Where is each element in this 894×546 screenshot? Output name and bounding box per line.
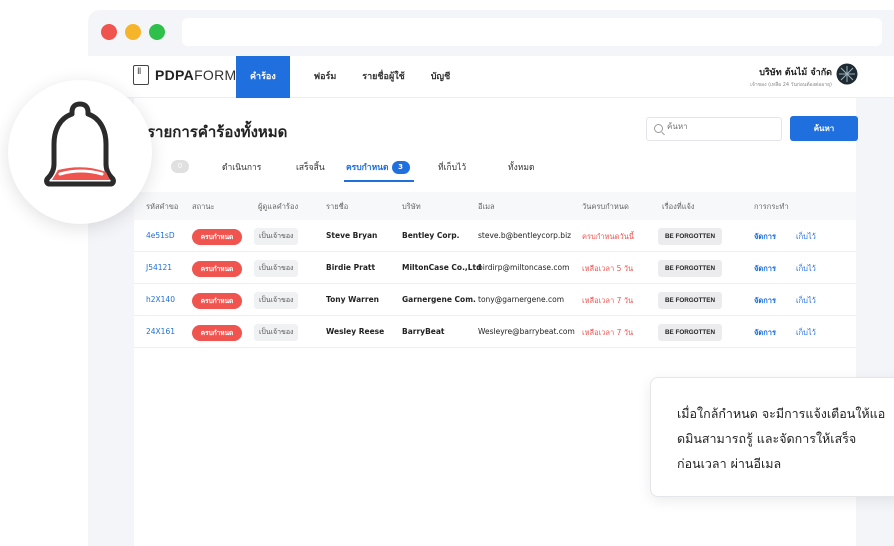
column-header: การกระทำ (754, 202, 789, 211)
status-badge: ครบกำหนด (192, 325, 242, 341)
subject-badge: BE FORGOTTEN (658, 228, 722, 245)
table-row[interactable]: J54121 ครบกำหนด เป็นเจ้าของ Birdie Pratt… (134, 252, 856, 284)
nav-forms[interactable]: ฟอร์ม (314, 56, 337, 98)
search-input[interactable] (667, 122, 775, 131)
column-header: รายชื่อ (326, 202, 349, 211)
tab-in-progress[interactable]: ดำเนินการ (222, 160, 261, 174)
due-cell: ครบกำหนดวันนี้ (582, 232, 634, 241)
owner-badge: เป็นเจ้าของ (254, 292, 299, 309)
status-badge: ครบกำหนด (192, 293, 242, 309)
archive-link[interactable]: เก็บไว้ (796, 295, 816, 307)
main-nav: คำร้อง ฟอร์ม รายชื่อผู้ใช้ บัญชี (236, 56, 476, 98)
due-cell: เหลือเวลา 5 วัน (582, 264, 634, 273)
archive-link[interactable]: เก็บไว้ (796, 231, 816, 243)
requester-name: Steve Bryan (326, 231, 378, 240)
tab-count: 3 (391, 161, 410, 174)
status-badge: ครบกำหนด (192, 261, 242, 277)
request-code[interactable]: J54121 (146, 263, 172, 272)
archive-link[interactable]: เก็บไว้ (796, 263, 816, 275)
close-window-button[interactable] (101, 24, 117, 40)
company-subscription: เจ้าของ (เหลือ 24 วันก่อนต้องต่ออายุ) (750, 82, 832, 88)
email-cell: steve.b@bentleycorp.biz (478, 231, 572, 240)
tab-label: ครบกำหนด (346, 163, 389, 173)
nav-users[interactable]: รายชื่อผู้ใช้ (362, 56, 404, 98)
company-cell: BarryBeat (402, 327, 445, 336)
subject-badge: BE FORGOTTEN (658, 292, 722, 309)
column-header: ผู้ดูแลคำร้อง (258, 202, 299, 211)
subject-badge: BE FORGOTTEN (658, 324, 722, 341)
search-box[interactable] (646, 117, 782, 141)
bell-icon (44, 101, 116, 187)
callout-line: ก่อนเวลา ผ่านอีเมล (677, 456, 782, 471)
email-cell: Wesleyre@barrybeat.com (478, 327, 575, 336)
logo-text: PDPAFORM (155, 67, 237, 83)
status-badge: ครบกำหนด (192, 229, 242, 245)
column-header: เรื่องที่แจ้ง (662, 202, 695, 211)
due-cell: เหลือเวลา 7 วัน (582, 296, 634, 305)
search-button[interactable]: ค้นหา (790, 116, 858, 141)
requester-name: Wesley Reese (326, 327, 385, 336)
owner-badge: เป็นเจ้าของ (254, 228, 299, 245)
page-title: รายการคำร้องทั้งหมด (147, 123, 288, 141)
company-info: บริษัท ต้นไม้ จำกัด เจ้าของ (เหลือ 24 วั… (750, 65, 832, 89)
tab-due[interactable]: ครบกำหนด 3 (346, 160, 410, 174)
status-tabs: 0 ดำเนินการ เสร็จสิ้น ครบกำหนด 3 ที่เก็บไ… (134, 152, 856, 182)
minimize-window-button[interactable] (125, 24, 141, 40)
table-row[interactable]: h2X140 ครบกำหนด เป็นเจ้าของ Tony Warren … (134, 284, 856, 316)
reminder-callout: เมื่อใกล้กำหนด จะมีการแจ้งเตือนให้แอ ดมิ… (650, 377, 894, 497)
maximize-window-button[interactable] (149, 24, 165, 40)
manage-link[interactable]: จัดการ (754, 327, 776, 339)
tab-completed[interactable]: เสร็จสิ้น (296, 160, 325, 174)
address-bar[interactable] (182, 18, 882, 46)
company-cell: Bentley Corp. (402, 231, 460, 240)
request-code[interactable]: 24X161 (146, 327, 175, 336)
owner-badge: เป็นเจ้าของ (254, 260, 299, 277)
table-row[interactable]: 24X161 ครบกำหนด เป็นเจ้าของ Wesley Reese… (134, 316, 856, 348)
callout-line: เมื่อใกล้กำหนด จะมีการแจ้งเตือนให้แอ (677, 406, 886, 421)
nav-account[interactable]: บัญชี (431, 56, 451, 98)
manage-link[interactable]: จัดการ (754, 231, 776, 243)
callout-line: ดมินสามารถรู้ และจัดการให้เสร็จ (677, 431, 857, 446)
tab-all[interactable]: ทั้งหมด (508, 160, 534, 174)
company-cell: Garnergene Com. (402, 295, 476, 304)
search-icon (654, 124, 663, 133)
tab-new[interactable]: 0 (168, 160, 189, 173)
table-header: รหัสคำขอ สถานะ ผู้ดูแลคำร้อง รายชื่อ บริ… (134, 192, 856, 220)
tab-count: 0 (171, 160, 189, 173)
requester-name: Birdie Pratt (326, 263, 376, 272)
due-cell: เหลือเวลา 7 วัน (582, 328, 634, 337)
nav-requests[interactable]: คำร้อง (236, 56, 290, 98)
company-name: บริษัท ต้นไม้ จำกัด (759, 68, 832, 78)
tab-archived[interactable]: ที่เก็บไว้ (438, 160, 466, 174)
column-header: อีเมล (478, 202, 495, 211)
manage-link[interactable]: จัดการ (754, 295, 776, 307)
notification-badge (8, 80, 152, 224)
column-header: วันครบกำหนด (582, 202, 629, 211)
request-code[interactable]: 4e51sD (146, 231, 175, 240)
manage-link[interactable]: จัดการ (754, 263, 776, 275)
column-header: สถานะ (192, 202, 215, 211)
app-header: PDPAFORM คำร้อง ฟอร์ม รายชื่อผู้ใช้ บัญช… (88, 56, 894, 98)
email-cell: tony@garnergene.com (478, 295, 564, 304)
company-cell: MiltonCase Co.,Ltd (402, 263, 482, 272)
email-cell: birdirp@miltoncase.com (478, 263, 570, 272)
request-code[interactable]: h2X140 (146, 295, 175, 304)
column-header: บริษัท (402, 202, 421, 211)
archive-link[interactable]: เก็บไว้ (796, 327, 816, 339)
table-row[interactable]: 4e51sD ครบกำหนด เป็นเจ้าของ Steve Bryan … (134, 220, 856, 252)
subject-badge: BE FORGOTTEN (658, 260, 722, 277)
window-titlebar (88, 10, 894, 56)
requester-name: Tony Warren (326, 295, 380, 304)
owner-badge: เป็นเจ้าของ (254, 324, 299, 341)
active-tab-indicator (344, 180, 414, 182)
tree-logo-icon[interactable] (836, 63, 858, 85)
